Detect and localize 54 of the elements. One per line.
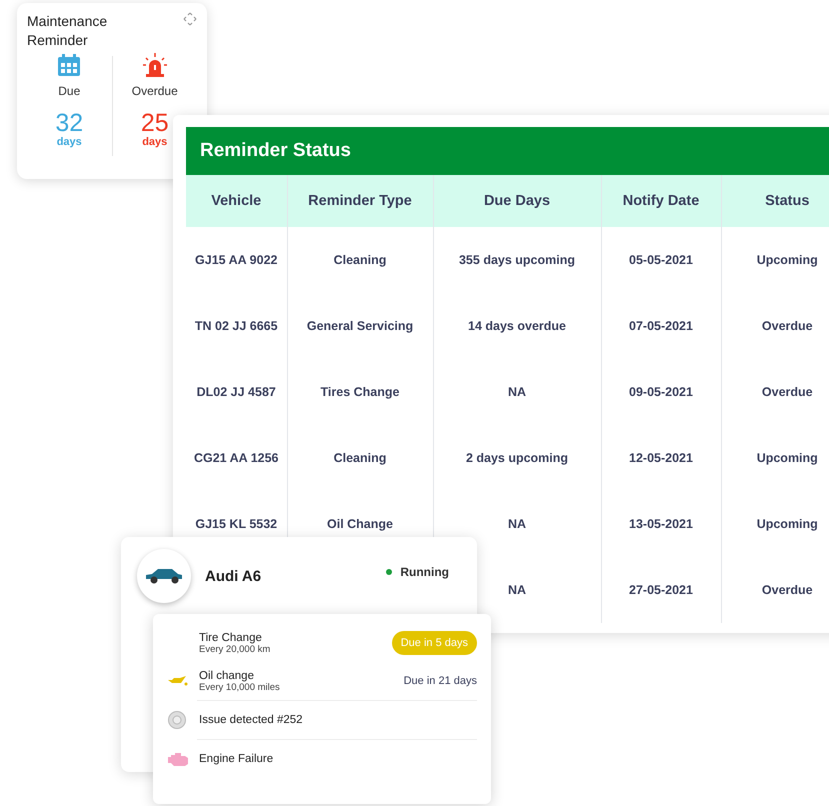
due-unit: days <box>56 136 82 148</box>
column-header: Status <box>721 175 829 227</box>
column-header: Reminder Type <box>287 175 433 227</box>
table-cell: Overdue <box>721 359 829 425</box>
table-cell: GJ15 KL 5532 <box>186 491 287 557</box>
table-cell: 12-05-2021 <box>601 425 721 491</box>
due-count: 32 <box>55 110 84 136</box>
table-cell: 14 days overdue <box>433 293 601 359</box>
column-header: Due Days <box>433 175 601 227</box>
overdue-label: Overdue <box>132 84 178 98</box>
status-dot <box>386 569 392 575</box>
table-cell: NA <box>433 359 601 425</box>
table-title: Reminder Status <box>186 127 829 175</box>
vehicle-name: Audi A6 <box>205 568 262 584</box>
card-title: Maintenance Reminder <box>27 12 108 50</box>
table-cell: 27-05-2021 <box>601 557 721 623</box>
column-header: Notify Date <box>601 175 721 227</box>
table-cell: 13-05-2021 <box>601 491 721 557</box>
alarm-light-icon <box>142 52 168 78</box>
table-cell: TN 02 JJ 6665 <box>186 293 287 359</box>
item-title: Engine Failure <box>199 753 274 765</box>
item-title: Tire Change <box>199 632 263 644</box>
wheel-icon <box>167 711 189 729</box>
table-cell: Overdue <box>721 557 829 623</box>
due-label: Due <box>58 84 80 98</box>
engine-icon <box>167 750 189 768</box>
expand-icon[interactable] <box>183 12 197 26</box>
overdue-count: 25 <box>140 110 169 136</box>
item-interval: Every 10,000 miles <box>199 682 281 692</box>
table-cell: General Servicing <box>287 293 433 359</box>
item-interval: Every 20,000 km <box>199 644 272 654</box>
table-cell: Cleaning <box>287 425 433 491</box>
table-cell: 07-05-2021 <box>601 293 721 359</box>
calendar-icon <box>56 52 82 78</box>
table-cell: 09-05-2021 <box>601 359 721 425</box>
due-text: Due in 21 days <box>404 675 477 687</box>
table-cell: GJ15 AA 9022 <box>186 227 287 293</box>
car-icon <box>144 567 184 585</box>
overdue-unit: days <box>142 136 168 148</box>
table-cell: 2 days upcoming <box>433 425 601 491</box>
table-cell: 355 days upcoming <box>433 227 601 293</box>
table-cell: Overdue <box>721 293 829 359</box>
item-title: Oil change <box>199 670 255 682</box>
item-title: Issue detected #252 <box>199 714 304 726</box>
table-cell: DL02 JJ 4587 <box>186 359 287 425</box>
table-cell: 05-05-2021 <box>601 227 721 293</box>
table-cell: CG21 AA 1256 <box>186 425 287 491</box>
table-cell: Upcoming <box>721 491 829 557</box>
table-cell: Upcoming <box>721 227 829 293</box>
table-cell: Tires Change <box>287 359 433 425</box>
table-cell: Upcoming <box>721 425 829 491</box>
column-header: Vehicle <box>186 175 287 227</box>
due-badge: Due in 5 days <box>392 631 477 655</box>
table-cell: Cleaning <box>287 227 433 293</box>
